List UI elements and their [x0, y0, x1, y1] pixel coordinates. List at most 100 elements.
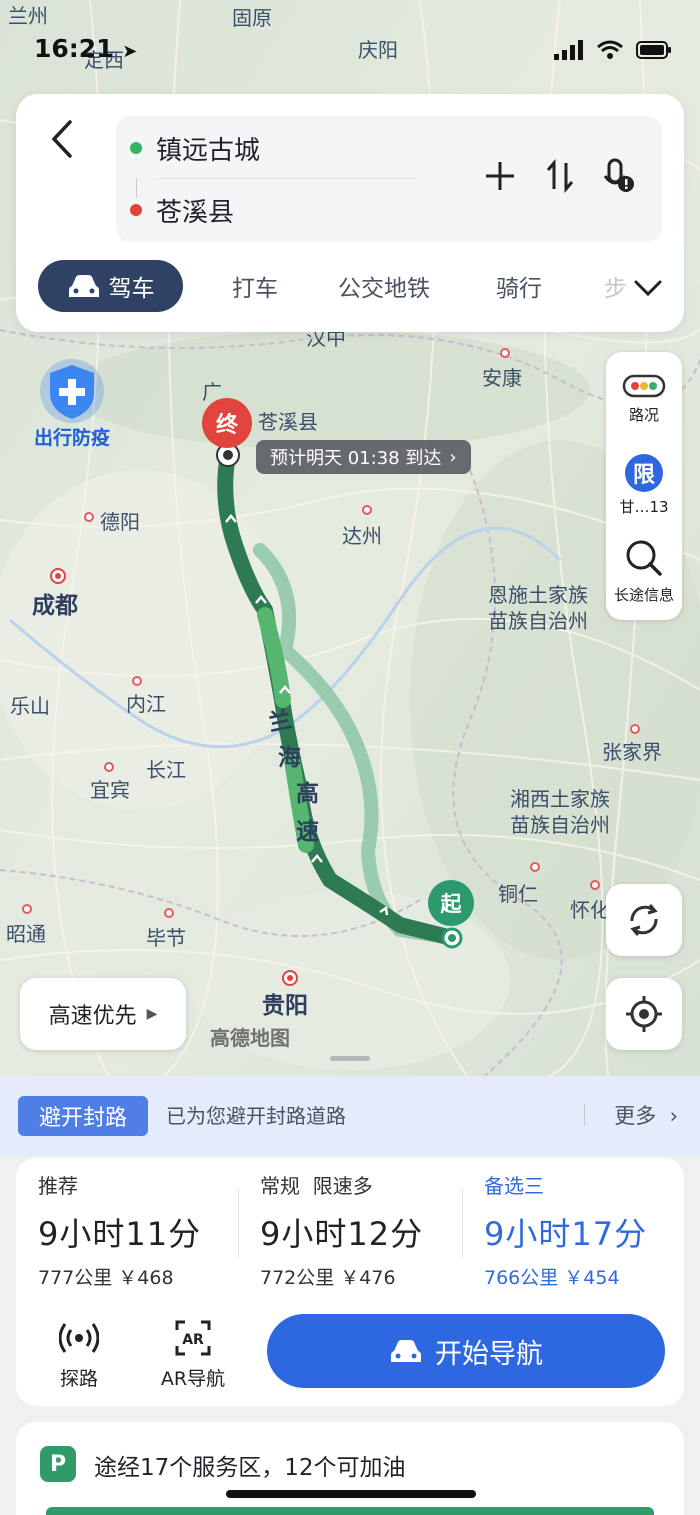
- road-closure-banner: 避开封路 已为您避开封路道路 更多 ›: [0, 1076, 700, 1156]
- route-option-2[interactable]: 常规 限速多 9小时12分 772公里 ￥476: [260, 1170, 470, 1290]
- route-meta: 777公里 ￥468: [38, 1267, 174, 1289]
- origin-text: 镇远古城: [156, 135, 261, 166]
- place-dot-zhangjiajie: [630, 724, 640, 734]
- voice-button[interactable]: [598, 156, 638, 196]
- signal-icon: [554, 40, 583, 60]
- origin-dot: [130, 142, 142, 154]
- expand-modes-button[interactable]: [628, 268, 668, 308]
- add-waypoint-button[interactable]: [480, 156, 520, 196]
- place-dot-neijiang: [132, 676, 142, 686]
- travel-epidemic-badge[interactable]: 出行防疫: [20, 355, 124, 451]
- origin-field[interactable]: 镇远古城: [130, 128, 260, 168]
- route-duration: 9小时11分: [38, 1215, 202, 1253]
- route-option-1[interactable]: 推荐 9小时11分 777公里 ￥468: [38, 1170, 248, 1290]
- road-closure-text: 已为您避开封路道路: [166, 1104, 346, 1128]
- place-xiangxi: 湘西土家族 苗族自治州: [510, 787, 610, 837]
- chevron-right-icon: ›: [449, 446, 457, 468]
- tab-drive-label: 驾车: [108, 276, 155, 302]
- route-duration: 9小时12分: [260, 1215, 424, 1253]
- place-neijiang: 内江: [126, 692, 166, 716]
- microphone-icon: [603, 158, 634, 192]
- origin-destination-box: 镇远古城 苍溪县: [116, 116, 662, 242]
- place-zhaotong: 昭通: [6, 922, 46, 946]
- place-leshan: 乐山: [10, 694, 50, 718]
- back-button[interactable]: [44, 116, 84, 162]
- route-preference-label: 高速优先: [48, 1004, 137, 1029]
- place-guyuan: 固原: [232, 6, 272, 30]
- traffic-label: 路况: [628, 406, 659, 424]
- svg-text:AR: AR: [182, 1332, 204, 1348]
- tab-taxi[interactable]: 打车: [232, 260, 278, 312]
- route-divider: [462, 1188, 463, 1258]
- place-yibin: 宜宾: [90, 778, 130, 802]
- road-name-char: 海: [278, 745, 301, 771]
- route-option-3[interactable]: 备选三 9小时17分 766公里 ￥454: [484, 1170, 694, 1290]
- long-trip-label: 长途信息: [613, 586, 674, 604]
- status-bar: 16:21 ➤: [0, 34, 700, 68]
- place-dot-dazhou: [362, 505, 372, 515]
- traffic-toggle[interactable]: 路况: [606, 372, 682, 425]
- chevron-right-icon: ›: [662, 1104, 678, 1128]
- wifi-icon: [597, 40, 623, 59]
- status-icons: [554, 40, 672, 60]
- place-dot-bijie: [164, 908, 174, 918]
- road-name-char: 高: [296, 781, 319, 807]
- tab-transit[interactable]: 公交地铁: [338, 260, 430, 312]
- place-dot-deyang: [84, 512, 94, 522]
- road-closure-more[interactable]: 更多 ›: [614, 1100, 678, 1130]
- panel-grabber[interactable]: [330, 1056, 370, 1061]
- start-navigation-button[interactable]: 开始导航: [267, 1314, 665, 1388]
- destination-field[interactable]: 苍溪县: [130, 190, 234, 230]
- route-divider: [238, 1188, 239, 1258]
- tab-walk[interactable]: 步: [604, 260, 627, 312]
- place-ankang: 安康: [482, 366, 522, 390]
- ar-navigation-button[interactable]: AR AR导航: [148, 1318, 238, 1391]
- route-label: 推荐: [38, 1174, 78, 1198]
- status-time: 16:21 ➤: [34, 34, 137, 63]
- swap-button[interactable]: [540, 156, 580, 196]
- road-closure-tag: 避开封路: [18, 1096, 148, 1136]
- place-enshi: 恩施土家族 苗族自治州: [488, 583, 588, 633]
- eta-bubble[interactable]: 预计明天 01:38 到达 ›: [256, 440, 471, 474]
- chevron-left-icon: [51, 120, 72, 158]
- refresh-icon: [630, 904, 658, 936]
- parking-icon: P: [40, 1446, 76, 1482]
- explore-road-button[interactable]: 探路: [34, 1318, 124, 1391]
- place-chengdu: 成都: [32, 593, 78, 619]
- battery-icon: [636, 41, 671, 59]
- destination-pin: 终: [202, 398, 252, 448]
- tab-cycle[interactable]: 骑行: [496, 260, 542, 312]
- long-trip-info[interactable]: 长途信息: [606, 536, 682, 605]
- place-dazhou: 达州: [342, 524, 382, 548]
- road-name-char: 速: [296, 819, 319, 845]
- tab-drive[interactable]: 驾车: [38, 260, 183, 312]
- place-dot-ankang: [500, 348, 510, 358]
- place-dot-yibin: [104, 762, 114, 772]
- triangle-right-icon: ▶: [146, 1006, 158, 1022]
- locate-button[interactable]: [606, 978, 682, 1050]
- refresh-route-button[interactable]: [606, 884, 682, 956]
- place-zhangjiajie: 张家界: [602, 740, 662, 764]
- place-bijie: 毕节: [146, 926, 186, 950]
- service-area-strip: [46, 1507, 654, 1515]
- route-options-card: 推荐 9小时11分 777公里 ￥468 常规 限速多 9小时12分 772公里…: [16, 1158, 684, 1406]
- plus-icon: [486, 162, 514, 190]
- status-time-text: 16:21: [34, 34, 114, 63]
- place-deyang: 德阳: [100, 510, 140, 534]
- map-side-controls: 路况 限 甘…13 长途信息: [606, 352, 682, 620]
- service-area-card[interactable]: P 途经17个服务区，12个可加油: [16, 1422, 684, 1515]
- route-label: 备选三: [484, 1174, 544, 1198]
- route-preference-button[interactable]: 高速优先 ▶: [20, 978, 186, 1050]
- destination-text: 苍溪县: [156, 197, 235, 228]
- restriction-label: 甘…13: [619, 498, 669, 516]
- place-tongren: 铜仁: [498, 882, 538, 906]
- od-divider: [156, 178, 416, 179]
- home-indicator[interactable]: [226, 1490, 476, 1498]
- place-dot-huaihua: [590, 880, 600, 890]
- restriction-toggle[interactable]: 限 甘…13: [606, 454, 682, 517]
- location-arrow-icon: ➤: [122, 41, 138, 62]
- broadcast-icon: [59, 1323, 99, 1353]
- ar-icon: AR: [175, 1320, 211, 1356]
- route-meta: 772公里 ￥476: [260, 1267, 396, 1289]
- travel-epidemic-label: 出行防疫: [33, 427, 110, 449]
